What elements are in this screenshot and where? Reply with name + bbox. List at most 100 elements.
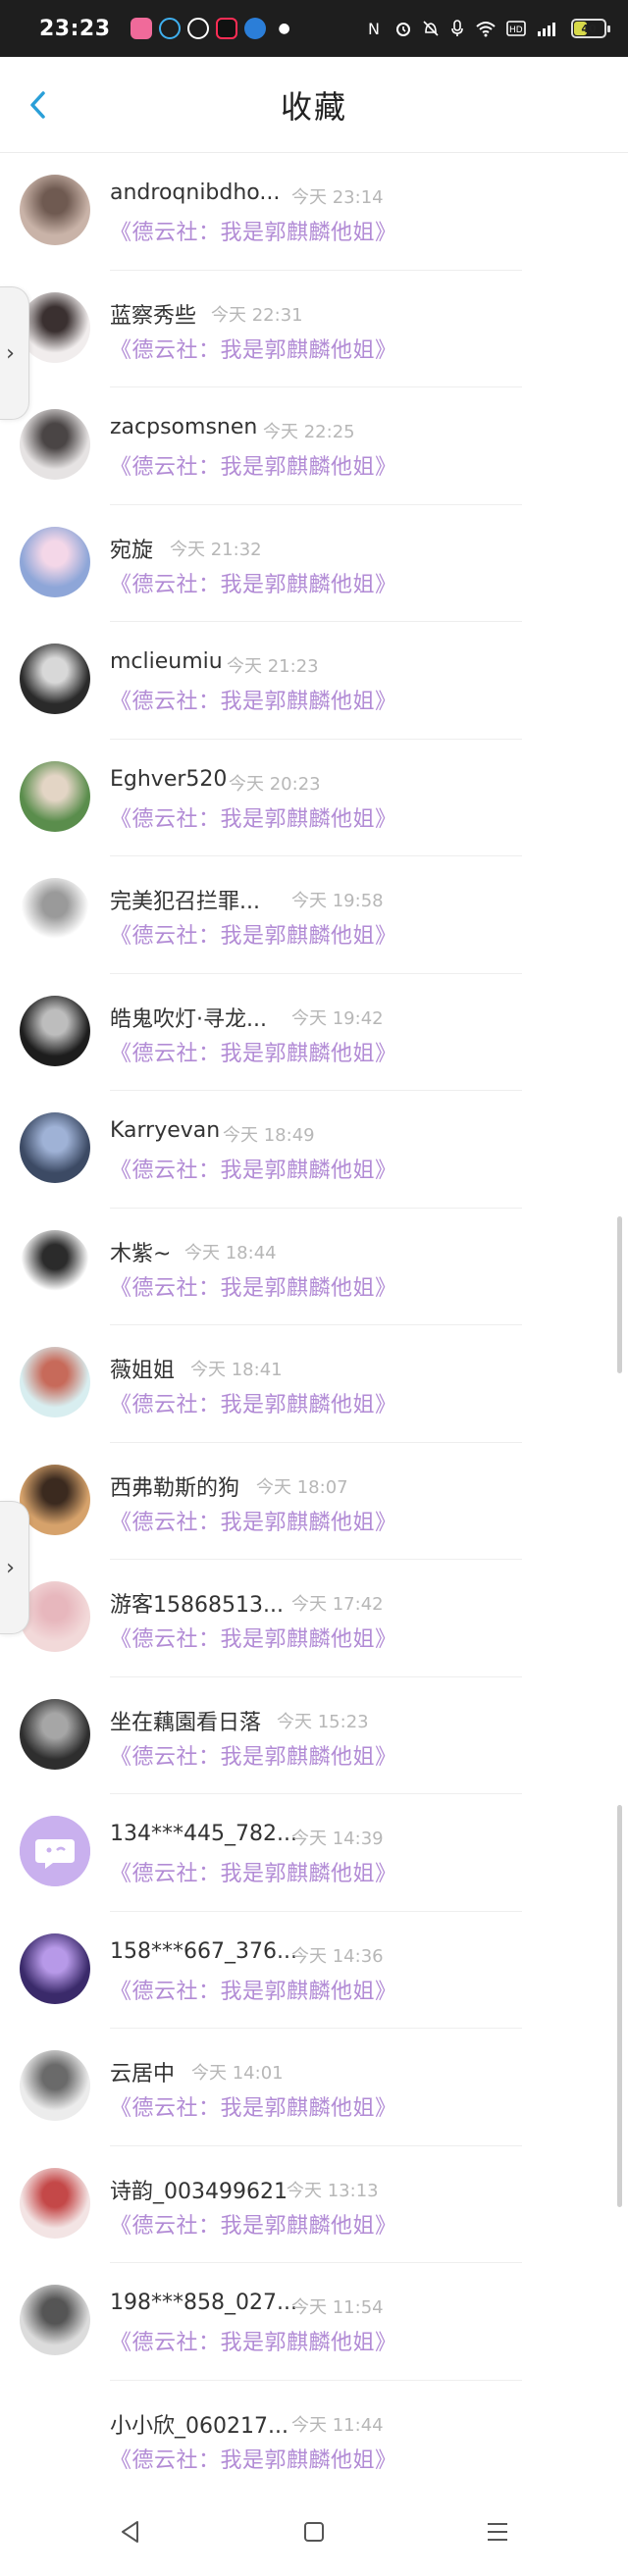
avatar[interactable] xyxy=(20,1932,90,2004)
item-time: 今天 18:44 xyxy=(184,1242,277,1263)
item-book-title[interactable]: 《德云社：我是郭麒麟他姐》 xyxy=(110,333,397,364)
item-book-title[interactable]: 《德云社：我是郭麒麟他姐》 xyxy=(110,1270,397,1302)
list-item[interactable]: 蓝察秀些 今天 22:31 《德云社：我是郭麒麟他姐》 xyxy=(0,271,628,387)
list-item[interactable]: mclieumiu 今天 21:23 《德云社：我是郭麒麟他姐》 xyxy=(0,622,628,740)
menu-lines-icon xyxy=(487,2523,507,2541)
blue-app-icon xyxy=(243,18,266,39)
status-app-icons: ● xyxy=(130,18,290,39)
avatar[interactable] xyxy=(20,2285,90,2355)
item-book-title[interactable]: 《德云社：我是郭麒麟他姐》 xyxy=(110,1387,397,1418)
item-time: 今天 14:01 xyxy=(191,2063,284,2084)
list-item[interactable]: zacpsomsnen 今天 22:25 《德云社：我是郭麒麟他姐》 xyxy=(0,387,628,505)
wechat-icon xyxy=(186,18,209,39)
item-name: 薇姐姐 xyxy=(110,1359,176,1383)
avatar[interactable] xyxy=(20,175,90,245)
item-book-title[interactable]: 《德云社：我是郭麒麟他姐》 xyxy=(110,2090,397,2122)
item-book-title[interactable]: 《德云社：我是郭麒麟他姐》 xyxy=(110,2208,397,2240)
list-item[interactable]: 宛旋 今天 21:32 《德云社：我是郭麒麟他姐》 xyxy=(0,505,628,622)
list-item[interactable]: 158***667_376... 今天 14:36 《德云社：我是郭麒麟他姐》 xyxy=(0,1912,628,2029)
item-book-title[interactable]: 《德云社：我是郭麒麟他姐》 xyxy=(110,2325,397,2356)
list-item[interactable]: 完美犯召拦罪... 今天 19:58 《德云社：我是郭麒麟他姐》 xyxy=(0,856,628,974)
list-item[interactable]: 诗韵_003499621 今天 13:13 《德云社：我是郭麒麟他姐》 xyxy=(0,2146,628,2263)
item-book-title[interactable]: 《德云社：我是郭麒麟他姐》 xyxy=(110,1856,397,1887)
qq-icon xyxy=(158,18,181,39)
list-item[interactable]: Karryevan 今天 18:49 《德云社：我是郭麒麟他姐》 xyxy=(0,1091,628,1209)
avatar[interactable] xyxy=(20,1816,90,1886)
mic-icon xyxy=(451,20,463,36)
list-item[interactable]: 皓鬼吹灯·寻龙... 今天 19:42 《德云社：我是郭麒麟他姐》 xyxy=(0,974,628,1091)
avatar[interactable] xyxy=(20,1464,90,1535)
item-time: 今天 14:39 xyxy=(291,1829,384,1849)
scrollbar-thumb[interactable] xyxy=(617,1805,622,2207)
item-book-title[interactable]: 《德云社：我是郭麒麟他姐》 xyxy=(110,2443,397,2474)
back-button[interactable] xyxy=(14,80,63,129)
battery-icon: 40 xyxy=(571,19,610,38)
avatar[interactable] xyxy=(20,409,90,480)
list-item[interactable]: 西弗勒斯的狗 今天 18:07 《德云社：我是郭麒麟他姐》 xyxy=(0,1443,628,1560)
list-item[interactable]: 云居中 今天 14:01 《德云社：我是郭麒麟他姐》 xyxy=(0,2029,628,2146)
list-item[interactable]: 198***858_027... 今天 11:54 《德云社：我是郭麒麟他姐》 xyxy=(0,2263,628,2381)
item-book-title[interactable]: 《德云社：我是郭麒麟他姐》 xyxy=(110,684,397,715)
back-key[interactable] xyxy=(101,2502,160,2561)
list-item[interactable]: 薇姐姐 今天 18:41 《德云社：我是郭麒麟他姐》 xyxy=(0,1325,628,1443)
item-name: 134***445_782... xyxy=(110,1822,297,1846)
avatar[interactable] xyxy=(20,1112,90,1183)
home-key[interactable] xyxy=(285,2502,343,2561)
item-book-title[interactable]: 《德云社：我是郭麒麟他姐》 xyxy=(110,215,397,246)
status-indicators: N HD 40 xyxy=(367,19,610,38)
item-name: Karryevan xyxy=(110,1118,221,1143)
item-name: androqnibdho... xyxy=(110,180,281,205)
alarm-icon xyxy=(396,23,410,36)
item-name: 皓鬼吹灯·寻龙... xyxy=(110,1006,267,1032)
avatar[interactable] xyxy=(20,2402,90,2473)
list-item[interactable]: 小小欣_060217... 今天 11:44 《德云社：我是郭麒麟他姐》 xyxy=(0,2381,628,2498)
scrollbar-thumb[interactable] xyxy=(617,1216,622,1373)
item-book-title[interactable]: 《德云社：我是郭麒麟他姐》 xyxy=(110,1153,397,1184)
item-book-title[interactable]: 《德云社：我是郭麒麟他姐》 xyxy=(110,1505,397,1536)
side-expand-tab[interactable]: › xyxy=(0,286,29,420)
menu-key[interactable] xyxy=(468,2502,527,2561)
item-time: 今天 15:23 xyxy=(277,1711,369,1732)
avatar[interactable] xyxy=(20,878,90,949)
avatar[interactable] xyxy=(20,995,90,1066)
side-expand-tab[interactable]: › xyxy=(0,1501,29,1634)
item-name: zacpsomsnen xyxy=(110,415,258,439)
avatar[interactable] xyxy=(20,2050,90,2121)
item-book-title[interactable]: 《德云社：我是郭麒麟他姐》 xyxy=(110,449,397,481)
item-name: 158***667_376... xyxy=(110,1938,297,1964)
list-item[interactable]: 游客15868513... 今天 17:42 《德云社：我是郭麒麟他姐》 xyxy=(0,1560,628,1677)
item-time: 今天 17:42 xyxy=(291,1594,384,1615)
item-name: 蓝察秀些 xyxy=(110,303,197,329)
list-item[interactable]: androqnibdho... 今天 23:14 《德云社：我是郭麒麟他姐》 xyxy=(0,153,628,271)
app-pink-icon xyxy=(130,18,152,39)
list-item[interactable]: 134***445_782... 今天 14:39 《德云社：我是郭麒麟他姐》 xyxy=(0,1794,628,1912)
avatar[interactable] xyxy=(20,526,90,597)
list-item[interactable]: Eghver520 今天 20:23 《德云社：我是郭麒麟他姐》 xyxy=(0,740,628,856)
item-book-title[interactable]: 《德云社：我是郭麒麟他姐》 xyxy=(110,918,397,950)
wifi-icon xyxy=(476,22,496,37)
item-book-title[interactable]: 《德云社：我是郭麒麟他姐》 xyxy=(110,801,397,833)
list-item[interactable]: 木紫~ 今天 18:44 《德云社：我是郭麒麟他姐》 xyxy=(0,1209,628,1325)
avatar[interactable] xyxy=(20,644,90,714)
svg-text:HD: HD xyxy=(509,26,523,35)
item-book-title[interactable]: 《德云社：我是郭麒麟他姐》 xyxy=(110,1974,397,2005)
item-book-title[interactable]: 《德云社：我是郭麒麟他姐》 xyxy=(110,567,397,598)
avatar[interactable] xyxy=(20,1581,90,1652)
avatar[interactable] xyxy=(20,2167,90,2239)
item-name: mclieumiu xyxy=(110,649,223,674)
item-book-title[interactable]: 《德云社：我是郭麒麟他姐》 xyxy=(110,1739,397,1771)
avatar[interactable] xyxy=(20,1229,90,1301)
list-item[interactable]: 坐在藕園看日落 今天 15:23 《德云社：我是郭麒麟他姐》 xyxy=(0,1677,628,1794)
item-time: 今天 19:42 xyxy=(291,1007,384,1029)
avatar[interactable] xyxy=(20,291,90,363)
dot-icon: ● xyxy=(278,21,290,36)
avatar[interactable] xyxy=(20,1698,90,1770)
item-book-title[interactable]: 《德云社：我是郭麒麟他姐》 xyxy=(110,1622,397,1653)
header: 收藏 xyxy=(0,57,628,153)
item-name: 完美犯召拦罪... xyxy=(110,890,260,914)
item-time: 今天 23:14 xyxy=(291,187,384,208)
item-time: 今天 22:31 xyxy=(211,304,303,326)
avatar[interactable] xyxy=(20,1347,90,1417)
avatar[interactable] xyxy=(20,760,90,832)
item-book-title[interactable]: 《德云社：我是郭麒麟他姐》 xyxy=(110,1036,397,1067)
